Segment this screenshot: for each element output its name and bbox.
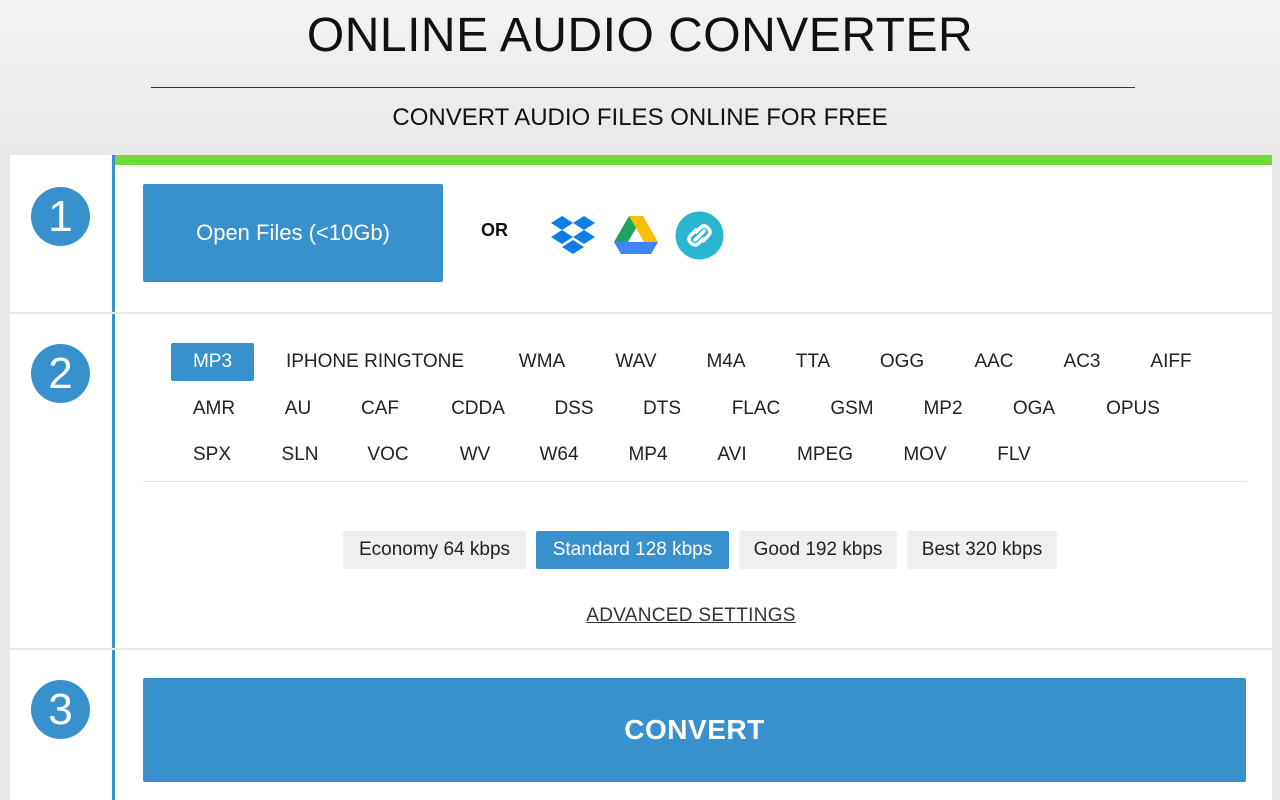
format-w64[interactable]: W64 [519,436,599,474]
step-3-badge: 3 [31,680,90,739]
format-aiff[interactable]: AIFF [1131,343,1211,381]
open-files-button[interactable]: Open Files (<10Gb) [143,184,443,282]
quality-economy[interactable]: Economy 64 kbps [343,531,526,569]
page-title: ONLINE AUDIO CONVERTER [306,9,974,62]
format-aac[interactable]: AAC [954,343,1034,381]
format-iphone-ringtone[interactable]: IPHONE RINGTONE [268,343,482,381]
format-au[interactable]: AU [258,390,338,428]
format-sln[interactable]: SLN [260,436,340,474]
step-2-badge: 2 [31,344,90,403]
format-flac[interactable]: FLAC [716,390,796,428]
format-dts[interactable]: DTS [622,390,702,428]
quality-best[interactable]: Best 320 kbps [907,531,1057,569]
format-gsm[interactable]: GSM [812,390,892,428]
format-mp4[interactable]: MP4 [608,436,688,474]
format-mpeg[interactable]: MPEG [782,436,868,474]
step-separator [10,648,1272,650]
step-separator [10,312,1272,314]
format-ogg[interactable]: OGG [862,343,942,381]
or-label: OR [481,220,508,240]
format-m4a[interactable]: M4A [686,343,766,381]
format-spx[interactable]: SPX [172,436,252,474]
page: ONLINE AUDIO CONVERTER CONVERT AUDIO FIL… [0,0,1280,800]
format-mov[interactable]: MOV [885,436,965,474]
convert-button[interactable]: CONVERT [143,678,1246,782]
format-wma[interactable]: WMA [502,343,582,381]
format-wav[interactable]: WAV [596,343,676,381]
format-ac3[interactable]: AC3 [1042,343,1122,381]
step-1-badge: 1 [31,187,90,246]
advanced-settings-link[interactable]: ADVANCED SETTINGS [583,605,799,627]
format-mp2[interactable]: MP2 [903,390,983,428]
google-drive-icon[interactable] [614,215,658,255]
format-voc[interactable]: VOC [348,436,428,474]
format-flv[interactable]: FLV [974,436,1054,474]
progress-bar [114,155,1272,165]
format-separator [143,481,1247,482]
format-oga[interactable]: OGA [994,390,1074,428]
format-cdda[interactable]: CDDA [436,390,520,428]
format-opus[interactable]: OPUS [1092,390,1174,428]
dropbox-icon[interactable] [551,213,595,255]
format-mp3[interactable]: MP3 [171,343,254,381]
steps-line [112,155,115,800]
quality-standard[interactable]: Standard 128 kbps [536,531,729,569]
format-caf[interactable]: CAF [340,390,420,428]
format-dss[interactable]: DSS [534,390,614,428]
format-avi[interactable]: AVI [692,436,772,474]
page-subtitle: CONVERT AUDIO FILES ONLINE FOR FREE [392,104,888,131]
format-tta[interactable]: TTA [773,343,853,381]
quality-good[interactable]: Good 192 kbps [739,531,897,569]
format-amr[interactable]: AMR [174,390,254,428]
title-divider [151,87,1135,88]
format-wv[interactable]: WV [435,436,515,474]
url-link-icon[interactable] [675,211,724,260]
